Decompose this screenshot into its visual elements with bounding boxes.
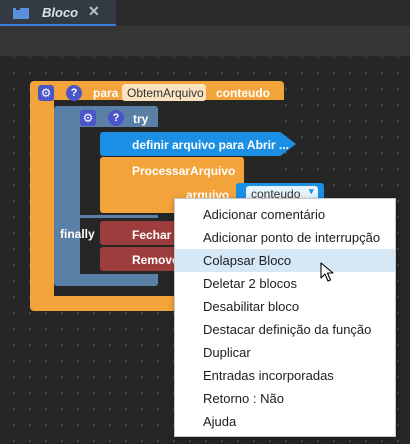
blocks-icon xyxy=(13,8,29,19)
tab-bloco[interactable]: Bloco ✕ xyxy=(0,0,116,26)
menu-item-delete-blocks[interactable]: Deletar 2 blocos xyxy=(175,272,395,295)
menu-item-return[interactable]: Retorno : Não xyxy=(175,387,395,410)
menu-item-add-comment[interactable]: Adicionar comentário xyxy=(175,203,395,226)
menu-item-help[interactable]: Ajuda xyxy=(175,410,395,433)
mouse-cursor-icon xyxy=(320,262,334,282)
menu-item-inline-inputs[interactable]: Entradas incorporadas xyxy=(175,364,395,387)
procedure-keyword: para xyxy=(93,86,119,100)
help-icon[interactable]: ? xyxy=(108,110,124,126)
gear-icon[interactable]: ⚙ xyxy=(80,110,96,126)
finally-label: finally xyxy=(60,227,95,241)
menu-item-highlight-definition[interactable]: Destacar definição da função xyxy=(175,318,395,341)
tab-title: Bloco xyxy=(42,5,79,20)
gear-icon[interactable]: ⚙ xyxy=(38,85,54,101)
menu-item-collapse-block[interactable]: Colapsar Bloco xyxy=(175,249,395,272)
context-menu: Adicionar comentário Adicionar ponto de … xyxy=(174,198,396,437)
remove-label: Remove xyxy=(132,253,179,267)
menu-item-duplicate[interactable]: Duplicar xyxy=(175,341,395,364)
tab-bar: Bloco ✕ xyxy=(0,0,410,26)
menu-item-disable-block[interactable]: Desabilitar bloco xyxy=(175,295,395,318)
menu-item-add-breakpoint[interactable]: Adicionar ponto de interrupção xyxy=(175,226,395,249)
close-icon[interactable]: ✕ xyxy=(88,3,100,20)
procedure-name: ObtemArquivo xyxy=(127,86,204,100)
toolbar xyxy=(0,26,410,57)
procedure-param: conteudo xyxy=(216,86,270,100)
process-file-label: ProcessarArquivo xyxy=(132,164,236,178)
set-file-label: definir arquivo para Abrir ... xyxy=(132,138,289,152)
try-label: try xyxy=(133,112,149,126)
chevron-down-icon: ▾ xyxy=(309,186,314,196)
help-icon[interactable]: ? xyxy=(66,85,82,101)
